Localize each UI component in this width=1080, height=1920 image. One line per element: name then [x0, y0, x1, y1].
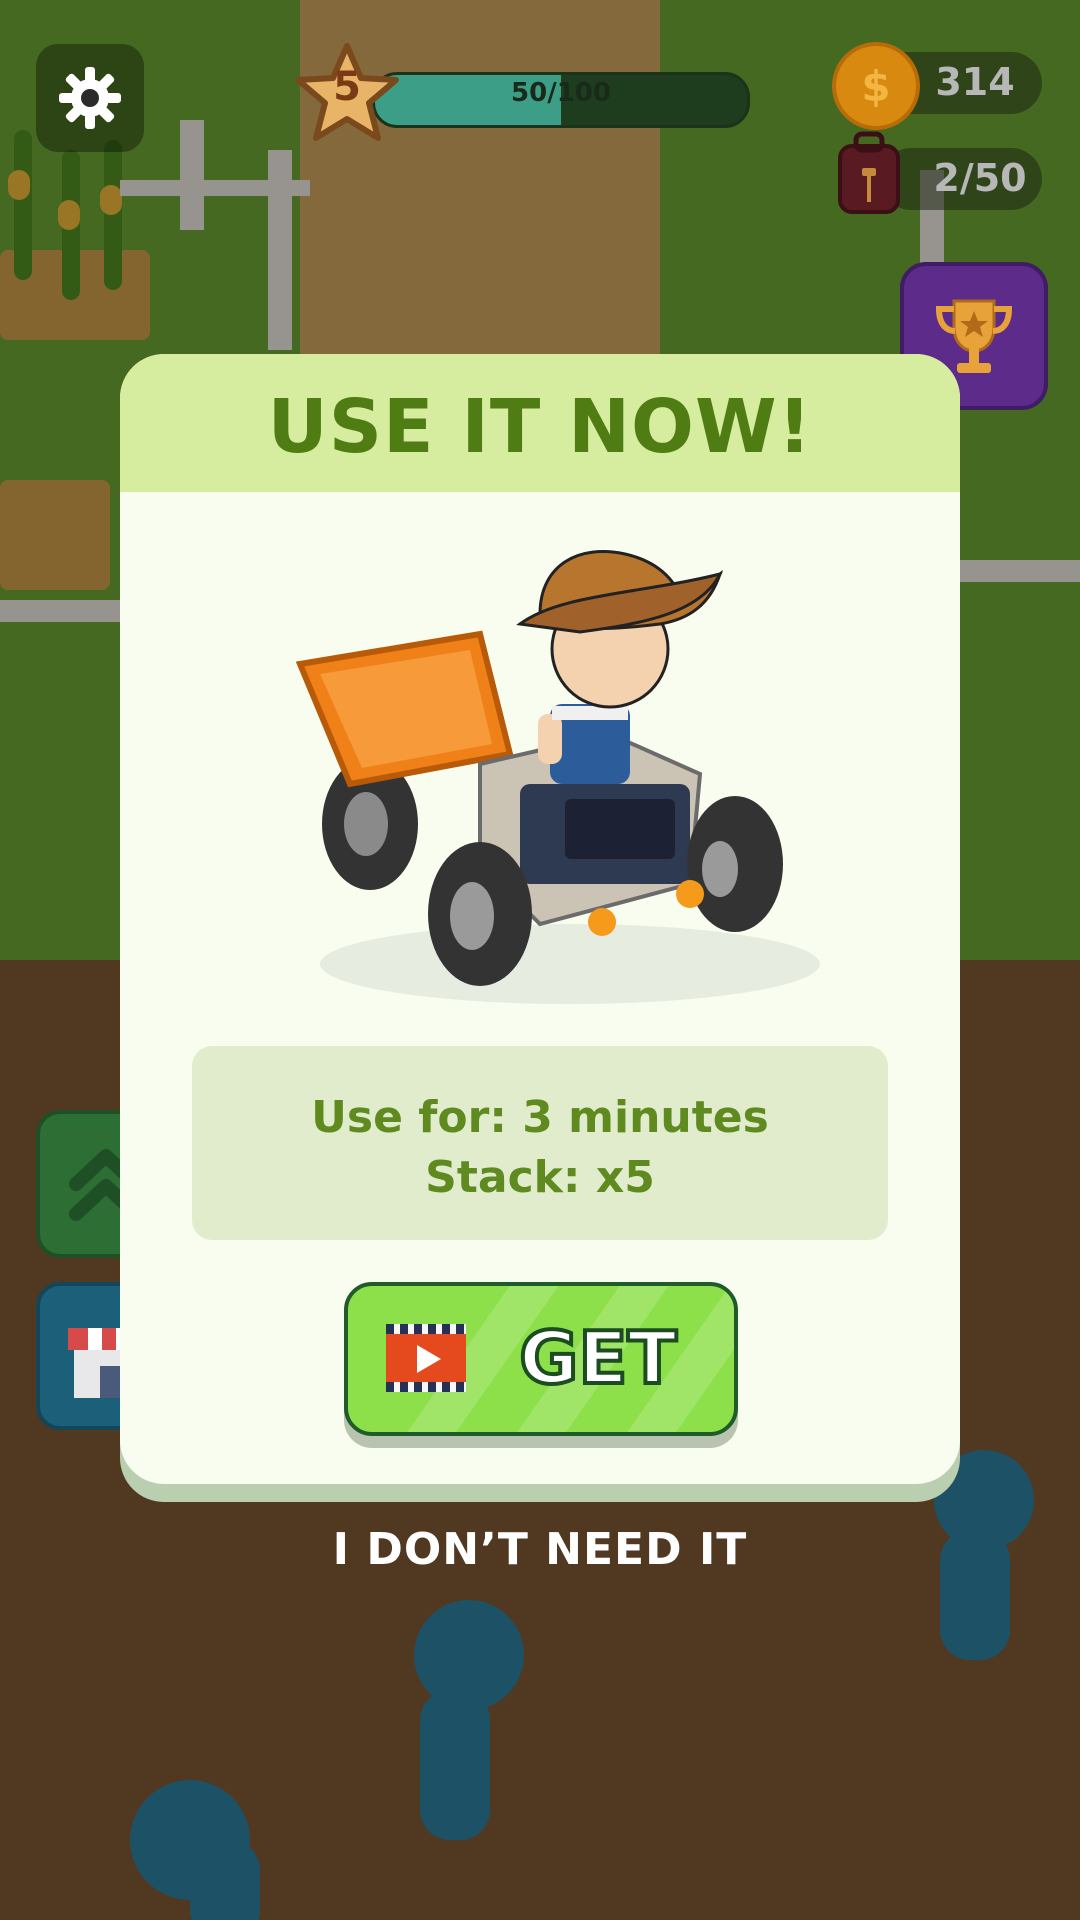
- booster-duration: Use for: 3 minutes: [311, 1092, 769, 1143]
- get-button[interactable]: GET: [344, 1282, 738, 1436]
- xp-progress-text: 50/100: [511, 78, 611, 108]
- coin-icon: $: [832, 42, 920, 130]
- video-ad-icon: [386, 1324, 466, 1392]
- booster-info-box: Use for: 3 minutes Stack: x5: [192, 1046, 888, 1240]
- get-button-label: GET: [517, 1314, 678, 1402]
- coin-amount: 314: [935, 60, 1015, 104]
- farm-tractor-illustration: [295, 550, 820, 1004]
- backpack-icon: [838, 131, 900, 214]
- decline-button[interactable]: I DON’T NEED IT: [300, 1524, 780, 1575]
- dialog-title: USE IT NOW!: [267, 384, 813, 470]
- coin-symbol: $: [861, 61, 891, 111]
- settings-button[interactable]: [36, 44, 144, 152]
- inventory-capacity: 2/50: [933, 156, 1027, 200]
- booster-offer-dialog: USE IT NOW! Use for: 3 minutes Stack: x5: [120, 354, 960, 1484]
- player-level: 5: [333, 64, 361, 110]
- booster-stack: Stack: x5: [425, 1152, 655, 1203]
- gear-icon: [59, 67, 121, 129]
